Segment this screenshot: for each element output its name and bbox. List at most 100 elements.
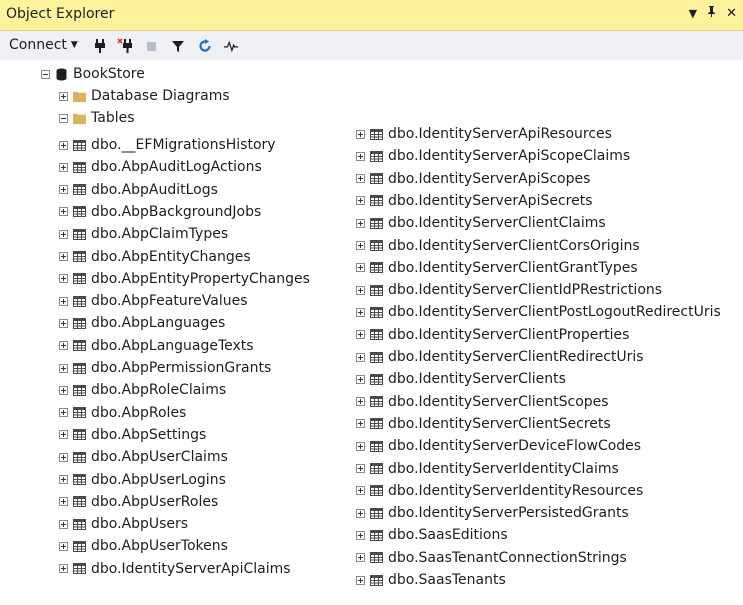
tree-node-table[interactable]: dbo.IdentityServerClientIdPRestrictions [356,279,662,301]
tree-node-table[interactable]: dbo.AbpUserClaims [59,446,228,468]
filter-icon[interactable] [170,38,186,54]
tree-node-table[interactable]: dbo.IdentityServerClientRedirectUris [356,346,644,368]
tree-node-table[interactable]: dbo.AbpRoleClaims [59,379,226,401]
tree-node-table[interactable]: dbo.AbpBackgroundJobs [59,201,261,223]
expand-toggle[interactable] [59,162,68,172]
expand-toggle[interactable] [59,140,68,150]
tree-node-table[interactable]: dbo.SaasTenantConnectionStrings [356,547,627,569]
tree-node-table[interactable]: dbo.AbpLanguages [59,312,225,334]
expand-toggle[interactable] [59,229,68,239]
expand-toggle[interactable] [356,241,365,250]
expand-toggle[interactable] [59,363,68,373]
expand-toggle[interactable] [356,486,365,496]
tree-node-table[interactable]: dbo.IdentityServerDeviceFlowCodes [356,435,641,457]
expand-toggle[interactable] [356,218,365,228]
tree-node-table[interactable]: dbo.IdentityServerClientClaims [356,212,606,234]
tree-node-table[interactable]: dbo.IdentityServerApiSecrets [356,190,593,212]
expand-toggle[interactable] [59,274,68,284]
connect-plug-icon[interactable] [92,38,108,54]
expand-toggle[interactable] [59,408,68,418]
expand-toggle[interactable] [59,318,68,328]
expand-toggle[interactable] [356,374,365,384]
tree-node-table[interactable]: dbo.IdentityServerClientSecrets [356,413,611,435]
dropdown-icon[interactable]: ▼ [689,7,697,20]
tree-node-table[interactable]: dbo.AbpSettings [59,424,206,446]
disconnect-plug-icon[interactable] [117,38,133,54]
pin-icon[interactable] [706,5,717,22]
tree-node-table[interactable]: dbo.IdentityServerPersistedGrants [356,502,629,524]
expand-toggle[interactable] [59,564,68,574]
expand-toggle[interactable] [59,296,68,306]
tree-node-table[interactable]: dbo.AbpPermissionGrants [59,357,271,379]
expand-toggle[interactable] [59,452,68,462]
tree-node-table[interactable]: dbo.IdentityServerClientPostLogoutRedire… [356,301,721,323]
tree-node-table[interactable]: dbo.AbpUserLogins [59,469,226,491]
expand-toggle[interactable] [356,508,365,518]
expand-toggle[interactable] [356,397,365,407]
tree-node-table[interactable]: dbo.AbpFeatureValues [59,290,248,312]
expand-toggle[interactable] [59,541,68,551]
expand-toggle[interactable] [356,575,365,585]
expand-toggle[interactable] [356,196,365,206]
tree-node-table[interactable]: dbo.IdentityServerIdentityClaims [356,458,619,480]
tree-node-table[interactable]: dbo.AbpAuditLogActions [59,156,262,178]
expand-toggle[interactable] [59,475,68,484]
tree-node-table[interactable]: dbo.SaasEditions [356,524,508,546]
connect-button[interactable]: Connect ▼ [9,37,78,53]
tree-node-tables[interactable]: Tables [59,107,135,129]
expand-toggle[interactable] [59,385,68,395]
expand-toggle[interactable] [59,497,68,507]
expand-toggle[interactable] [59,91,68,101]
expand-toggle[interactable] [59,207,68,217]
tree-node-table[interactable]: dbo.AbpLanguageTexts [59,335,254,357]
collapse-toggle[interactable] [41,69,50,79]
tree-node-table[interactable]: dbo.IdentityServerClientProperties [356,324,629,346]
expand-toggle[interactable] [356,174,365,184]
tree-node-table[interactable]: dbo.AbpUsers [59,513,188,535]
expand-toggle[interactable] [356,151,365,161]
expand-toggle[interactable] [356,330,365,340]
expand-toggle[interactable] [356,530,365,540]
tree-node-table[interactable]: dbo.AbpAuditLogs [59,179,218,201]
tree-node-table[interactable]: dbo.AbpClaimTypes [59,223,228,245]
collapse-toggle[interactable] [59,113,68,123]
expand-toggle[interactable] [59,341,68,351]
tree-node-table[interactable]: dbo.IdentityServerClientCorsOrigins [356,235,640,257]
expand-toggle[interactable] [356,441,365,451]
tree-node-table[interactable]: dbo.IdentityServerApiResources [356,123,612,145]
expand-toggle[interactable] [356,464,365,473]
expand-toggle[interactable] [356,553,365,563]
table-icon [370,552,383,564]
tree-node-table[interactable]: dbo.SaasTenants [356,569,506,591]
tree-node-table[interactable]: dbo.IdentityServerIdentityResources [356,480,643,502]
expand-toggle[interactable] [356,285,365,295]
expand-toggle[interactable] [59,519,68,529]
expand-toggle[interactable] [356,129,365,139]
tree-node-table[interactable]: dbo.IdentityServerClientGrantTypes [356,257,638,279]
tree-node-table[interactable]: dbo.AbpRoles [59,402,186,424]
tree-label: dbo.AbpUserRoles [91,493,219,510]
tree-node-table[interactable]: dbo.__EFMigrationsHistory [59,134,276,156]
expand-toggle[interactable] [356,419,365,429]
close-icon[interactable]: ✕ [726,6,737,21]
tree-node-table[interactable]: dbo.AbpUserRoles [59,491,218,513]
expand-toggle[interactable] [356,307,365,317]
tree-node-table[interactable]: dbo.IdentityServerClients [356,368,566,390]
expand-toggle[interactable] [59,430,68,440]
expand-toggle[interactable] [356,352,365,362]
tree-node-table[interactable]: dbo.IdentityServerClientScopes [356,391,609,413]
refresh-icon[interactable] [197,38,213,54]
tree-node-table[interactable]: dbo.AbpUserTokens [59,535,228,557]
expand-toggle[interactable] [59,185,68,195]
tree-node-database-diagrams[interactable]: Database Diagrams [59,85,230,107]
activity-monitor-icon[interactable] [223,38,239,54]
expand-toggle[interactable] [356,263,365,273]
stop-icon[interactable] [144,38,160,54]
tree-node-server[interactable]: BookStore [41,63,145,85]
tree-node-table[interactable]: dbo.IdentityServerApiClaims [59,558,291,580]
expand-toggle[interactable] [59,252,68,261]
tree-node-table[interactable]: dbo.AbpEntityPropertyChanges [59,268,310,290]
tree-node-table[interactable]: dbo.AbpEntityChanges [59,246,251,268]
tree-node-table[interactable]: dbo.IdentityServerApiScopes [356,168,590,190]
tree-node-table[interactable]: dbo.IdentityServerApiScopeClaims [356,145,630,167]
